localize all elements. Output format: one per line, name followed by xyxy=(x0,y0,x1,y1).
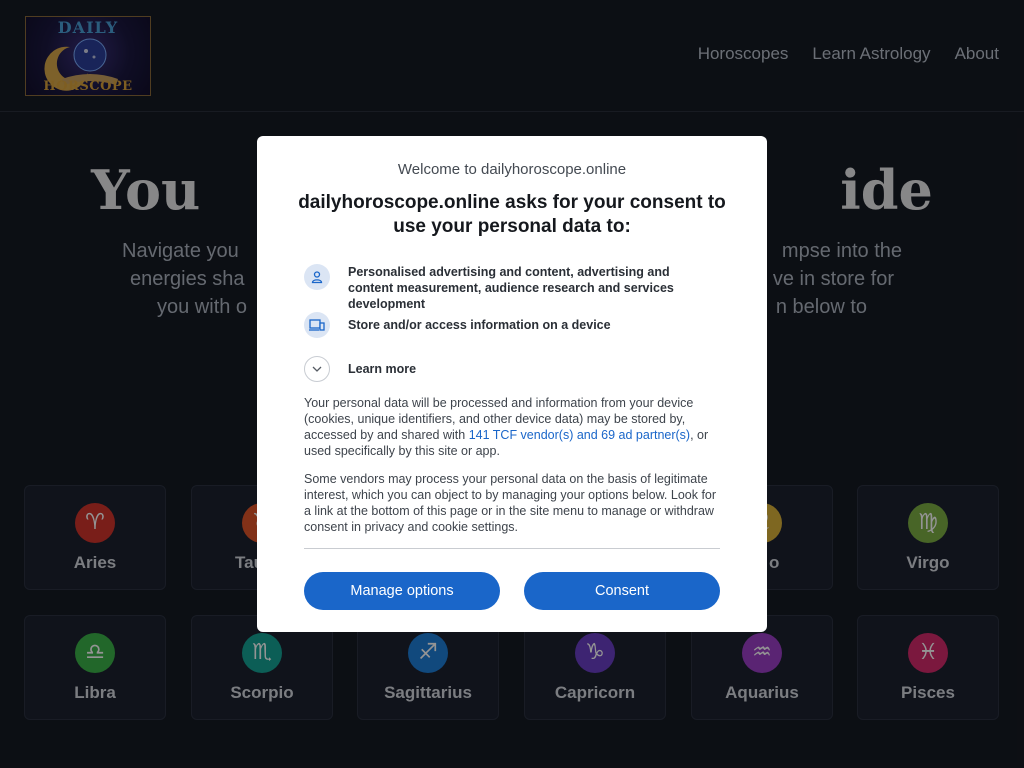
learn-more-label[interactable]: Learn more xyxy=(348,356,718,377)
consent-welcome: Welcome to dailyhoroscope.online xyxy=(397,161,627,178)
consent-dialog: Welcome to dailyhoroscope.online dailyho… xyxy=(257,136,767,632)
consent-paragraph-2: Some vendors may process your personal d… xyxy=(304,472,717,534)
devices-icon xyxy=(304,312,330,338)
purpose-text: Personalised advertising and content, ad… xyxy=(348,265,674,311)
consent-button[interactable]: Consent xyxy=(524,572,720,610)
consent-heading: dailyhoroscope.online asks for your cons… xyxy=(298,192,726,237)
learn-more-toggle[interactable]: Learn more xyxy=(304,356,718,382)
purpose-item: Store and/or access information on a dev… xyxy=(304,312,718,338)
person-icon xyxy=(304,264,330,290)
consent-paragraph-1: Your personal data will be processed and… xyxy=(304,395,720,459)
chevron-down-icon[interactable] xyxy=(304,356,330,382)
vendors-link[interactable]: 141 TCF vendor(s) and 69 ad partner(s) xyxy=(469,428,690,442)
divider xyxy=(304,548,720,549)
manage-options-button[interactable]: Manage options xyxy=(304,572,500,610)
purpose-text: Store and/or access information on a dev… xyxy=(348,318,611,332)
purpose-item: Personalised advertising and content, ad… xyxy=(304,264,718,312)
